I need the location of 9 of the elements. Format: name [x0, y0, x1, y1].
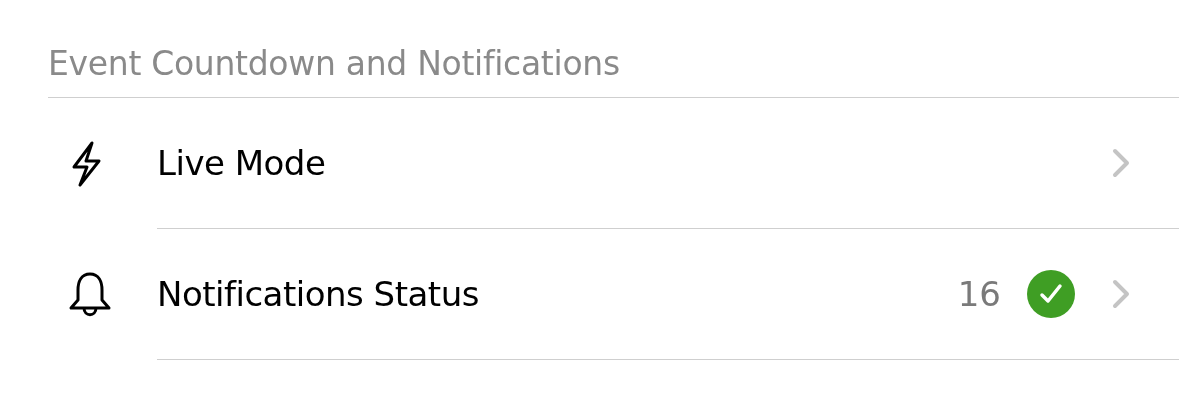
section-title: Event Countdown and Notifications — [48, 44, 620, 83]
settings-row[interactable]: Notifications Status 16 — [157, 229, 1179, 360]
row-label: Notifications Status — [157, 274, 480, 314]
chevron-right-icon — [1111, 147, 1131, 179]
settings-row[interactable]: Live Mode — [157, 98, 1179, 229]
bell-icon — [68, 270, 112, 319]
notification-count: 16 — [957, 274, 1001, 314]
chevron-right-icon — [1111, 278, 1131, 310]
row-label: Live Mode — [157, 143, 327, 183]
